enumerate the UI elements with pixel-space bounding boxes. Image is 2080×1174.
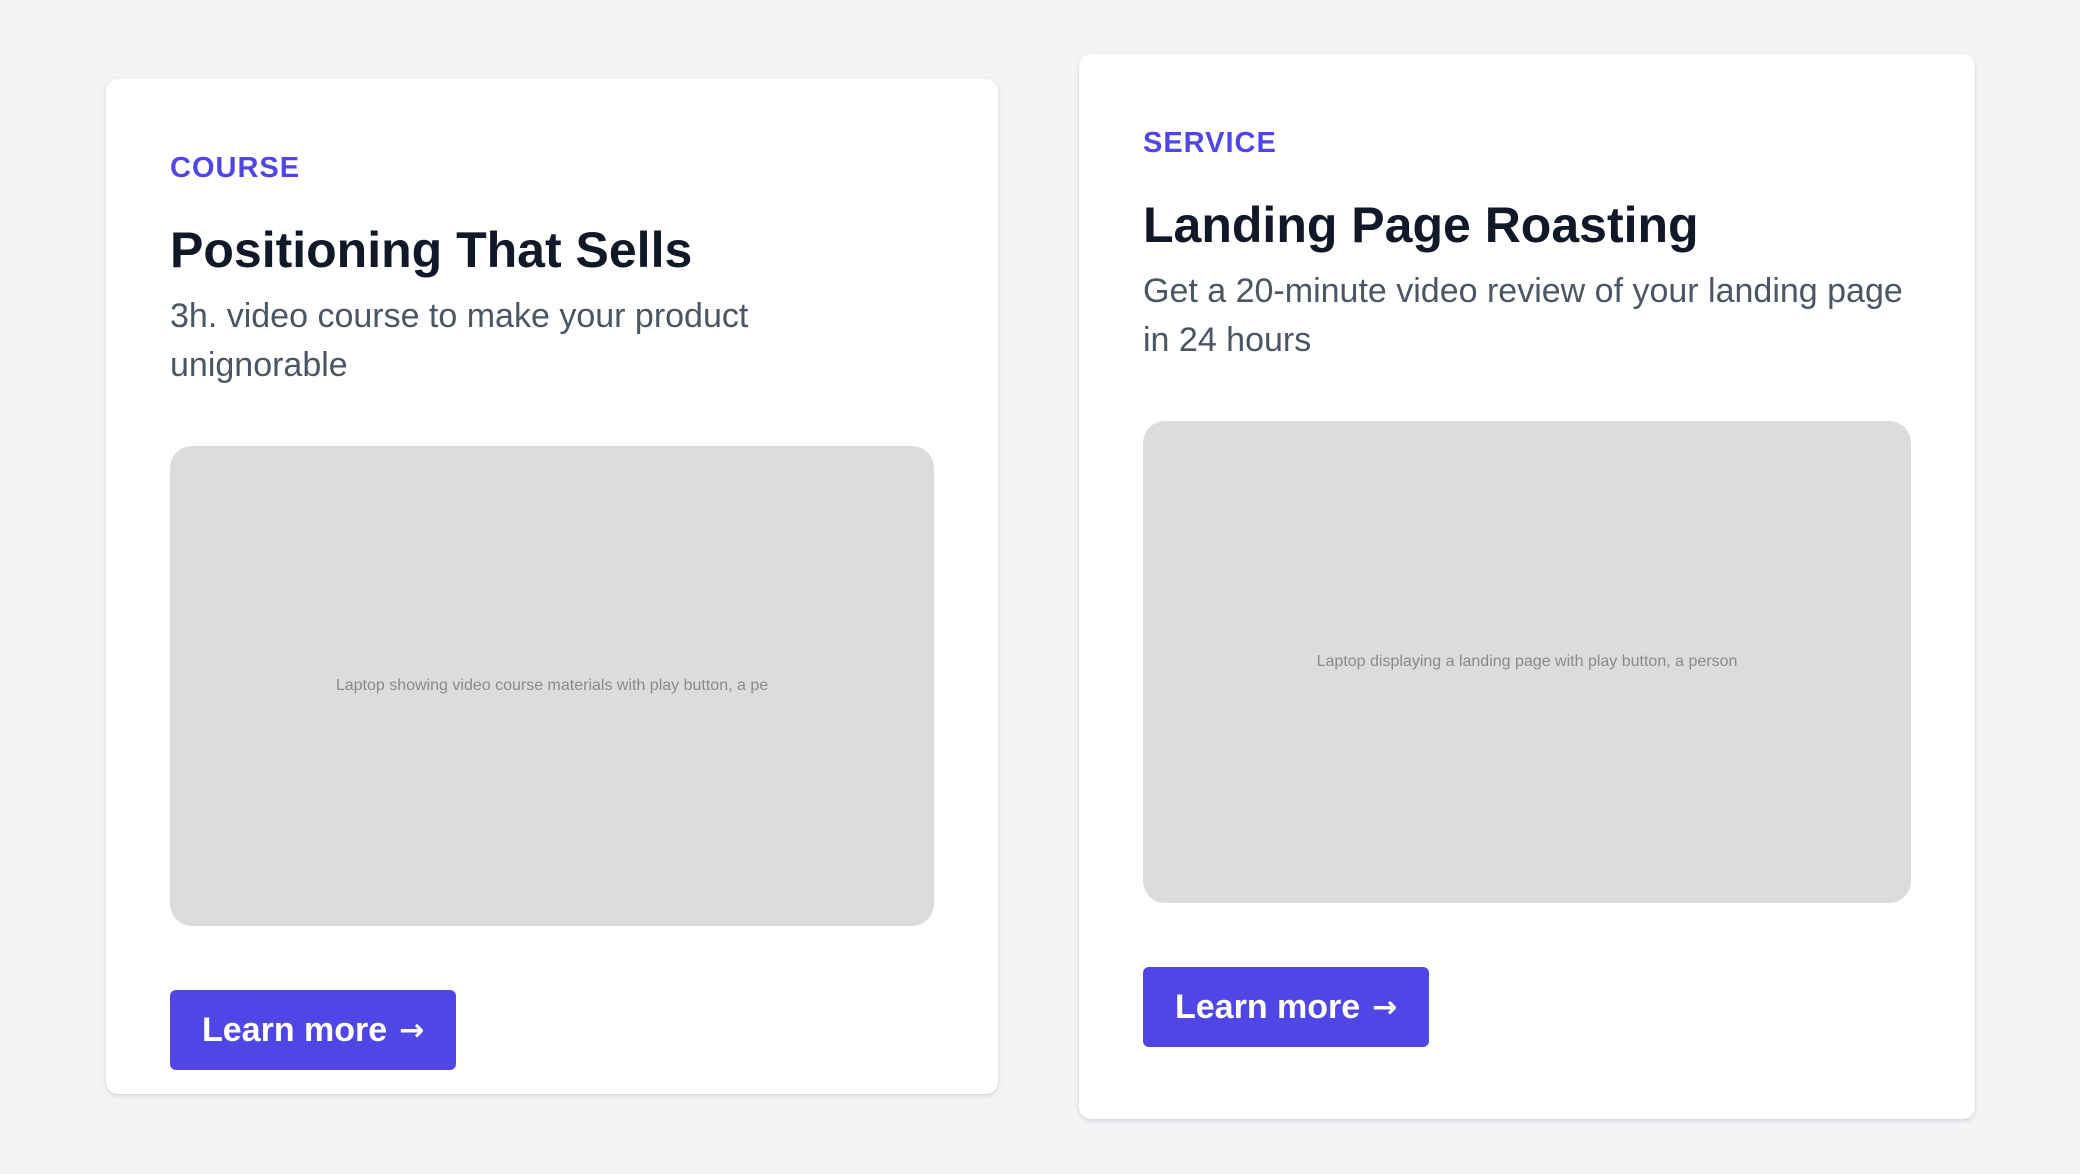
learn-more-button[interactable]: Learn more → (170, 990, 457, 1071)
card-image: Laptop displaying a landing page with pl… (1143, 421, 1911, 904)
learn-more-label: Learn more (1175, 987, 1361, 1026)
card-image-alt-text: Laptop displaying a landing page with pl… (1316, 653, 1738, 671)
card-title: Landing Page Roasting (1143, 196, 1699, 253)
learn-more-label: Learn more (202, 1010, 388, 1049)
arrow-right-icon: → (1372, 989, 1398, 1025)
card-description: Get a 20-minute video review of your lan… (1143, 271, 1903, 360)
card-description: 3h. video course to make your product un… (170, 296, 749, 385)
learn-more-button[interactable]: Learn more → (1143, 967, 1430, 1048)
card-image-alt-text: Laptop showing video course materials wi… (335, 677, 769, 695)
service-card: SERVICE Landing Page Roasting Get a 20-m… (1079, 54, 1975, 1119)
card-title: Positioning That Sells (170, 221, 693, 278)
arrow-right-icon: → (399, 1012, 425, 1048)
card-category: SERVICE (1143, 127, 1277, 159)
card-category: COURSE (170, 152, 301, 184)
card-image: Laptop showing video course materials wi… (170, 446, 934, 927)
course-card: COURSE Positioning That Sells 3h. video … (106, 79, 998, 1094)
